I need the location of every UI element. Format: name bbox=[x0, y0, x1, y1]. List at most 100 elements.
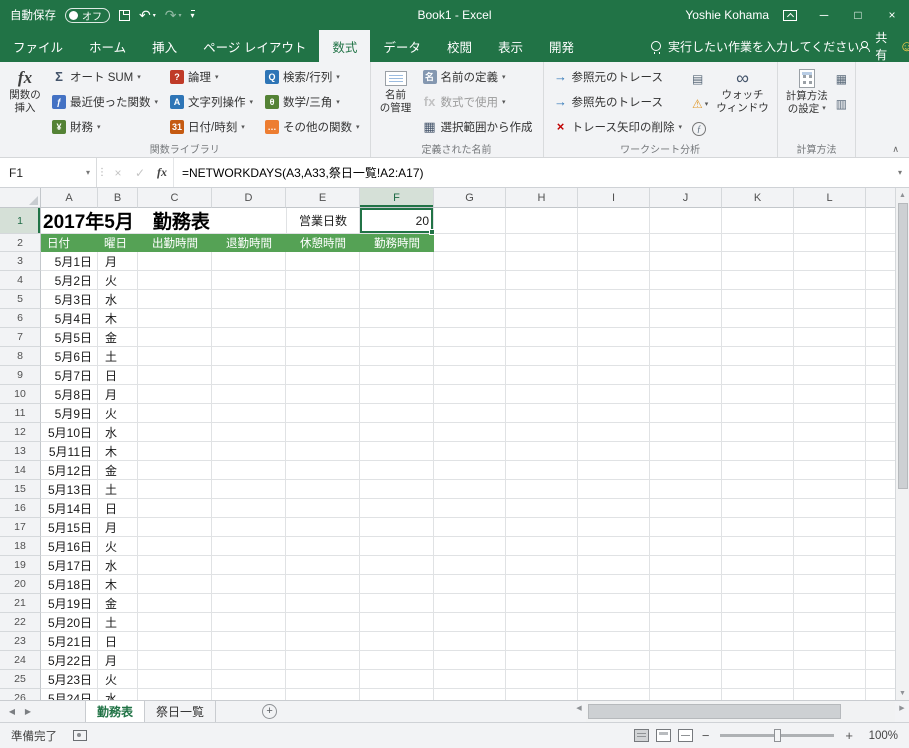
cell-I13[interactable] bbox=[578, 442, 650, 461]
cell-D24[interactable] bbox=[212, 651, 286, 670]
cell-H2[interactable] bbox=[506, 234, 578, 252]
horizontal-scroll-thumb[interactable] bbox=[588, 704, 841, 719]
cell-F18[interactable] bbox=[360, 537, 434, 556]
cell-C18[interactable] bbox=[138, 537, 212, 556]
cell-L7[interactable] bbox=[794, 328, 866, 347]
cell-F7[interactable] bbox=[360, 328, 434, 347]
cell-K6[interactable] bbox=[722, 309, 794, 328]
cell-A24-date[interactable]: 5月22日 bbox=[41, 651, 98, 670]
formula-bar-resize-handle[interactable]: ⋮ bbox=[97, 158, 107, 187]
cell-C3[interactable] bbox=[138, 252, 212, 271]
column-header-D[interactable]: D bbox=[212, 188, 286, 208]
minimize-button[interactable]: ─ bbox=[807, 0, 841, 30]
insert-function-button[interactable]: fx 関数の 挿入 bbox=[4, 64, 46, 115]
cell-G25[interactable] bbox=[434, 670, 506, 689]
cell-K4[interactable] bbox=[722, 271, 794, 290]
cell-B19-day[interactable]: 水 bbox=[98, 556, 138, 575]
cell-K24[interactable] bbox=[722, 651, 794, 670]
zoom-in-button[interactable]: + bbox=[843, 728, 855, 743]
row-header-25[interactable]: 25 bbox=[0, 670, 41, 689]
ribbon-tab-0[interactable]: ホーム bbox=[76, 30, 139, 62]
cell-filler-1[interactable] bbox=[866, 208, 895, 234]
cell-B21-day[interactable]: 金 bbox=[98, 594, 138, 613]
cell-B15-day[interactable]: 土 bbox=[98, 480, 138, 499]
cell-C15[interactable] bbox=[138, 480, 212, 499]
calculate-now-button[interactable]: ▦ bbox=[832, 66, 851, 91]
cell-K8[interactable] bbox=[722, 347, 794, 366]
enter-button[interactable]: ✓ bbox=[129, 158, 151, 187]
cell-J24[interactable] bbox=[650, 651, 722, 670]
cell-H1[interactable] bbox=[506, 208, 578, 234]
cell-K19[interactable] bbox=[722, 556, 794, 575]
table-header-cell-E2[interactable]: 休憩時間 bbox=[286, 234, 360, 252]
cell-H18[interactable] bbox=[506, 537, 578, 556]
row-header-8[interactable]: 8 bbox=[0, 347, 41, 366]
cell-L4[interactable] bbox=[794, 271, 866, 290]
cell-filler-3[interactable] bbox=[866, 252, 895, 271]
more-functions-button[interactable]: …その他の関数▾ bbox=[259, 114, 366, 139]
cell-G7[interactable] bbox=[434, 328, 506, 347]
cell-I25[interactable] bbox=[578, 670, 650, 689]
sheet-nav-right-icon[interactable]: ▶ bbox=[20, 701, 36, 722]
define-name-button[interactable]: 名名前の定義▾ bbox=[417, 64, 512, 89]
cell-J3[interactable] bbox=[650, 252, 722, 271]
cell-D21[interactable] bbox=[212, 594, 286, 613]
cell-F26[interactable] bbox=[360, 689, 434, 700]
cell-E25[interactable] bbox=[286, 670, 360, 689]
cell-G4[interactable] bbox=[434, 271, 506, 290]
insert-function-fx-button[interactable]: fx bbox=[151, 158, 173, 187]
cell-H4[interactable] bbox=[506, 271, 578, 290]
cell-filler-21[interactable] bbox=[866, 594, 895, 613]
cell-filler-4[interactable] bbox=[866, 271, 895, 290]
row-header-21[interactable]: 21 bbox=[0, 594, 41, 613]
ribbon-tab-6[interactable]: 表示 bbox=[485, 30, 536, 62]
cell-A21-date[interactable]: 5月19日 bbox=[41, 594, 98, 613]
row-header-3[interactable]: 3 bbox=[0, 252, 41, 271]
ribbon-tab-5[interactable]: 校閲 bbox=[434, 30, 485, 62]
scroll-up-icon[interactable]: ▲ bbox=[896, 188, 909, 202]
cell-C21[interactable] bbox=[138, 594, 212, 613]
cell-B8-day[interactable]: 土 bbox=[98, 347, 138, 366]
cell-G15[interactable] bbox=[434, 480, 506, 499]
formula-input[interactable]: =NETWORKDAYS(A3,A33,祭日一覧!A2:A17) bbox=[173, 158, 891, 187]
remove-arrows-button[interactable]: ×トレース矢印の削除▾ bbox=[548, 114, 688, 139]
cell-G16[interactable] bbox=[434, 499, 506, 518]
cell-B9-day[interactable]: 日 bbox=[98, 366, 138, 385]
cell-D16[interactable] bbox=[212, 499, 286, 518]
zoom-level[interactable]: 100% bbox=[862, 730, 898, 742]
cell-G1[interactable] bbox=[434, 208, 506, 234]
cell-C24[interactable] bbox=[138, 651, 212, 670]
cell-D3[interactable] bbox=[212, 252, 286, 271]
cell-filler-22[interactable] bbox=[866, 613, 895, 632]
cell-A15-date[interactable]: 5月13日 bbox=[41, 480, 98, 499]
cell-F10[interactable] bbox=[360, 385, 434, 404]
cell-F16[interactable] bbox=[360, 499, 434, 518]
cell-J10[interactable] bbox=[650, 385, 722, 404]
cell-D4[interactable] bbox=[212, 271, 286, 290]
share-button[interactable]: 共有 bbox=[859, 30, 899, 62]
cell-J11[interactable] bbox=[650, 404, 722, 423]
cell-B12-day[interactable]: 水 bbox=[98, 423, 138, 442]
undo-dropdown-icon[interactable]: ▾ bbox=[153, 12, 156, 19]
cell-A10-date[interactable]: 5月8日 bbox=[41, 385, 98, 404]
row-header-16[interactable]: 16 bbox=[0, 499, 41, 518]
cell-L9[interactable] bbox=[794, 366, 866, 385]
cell-C4[interactable] bbox=[138, 271, 212, 290]
cell-K10[interactable] bbox=[722, 385, 794, 404]
cell-G14[interactable] bbox=[434, 461, 506, 480]
cell-B25-day[interactable]: 火 bbox=[98, 670, 138, 689]
cell-J13[interactable] bbox=[650, 442, 722, 461]
column-header-J[interactable]: J bbox=[650, 188, 722, 208]
lookup-reference-button[interactable]: Q検索/行列▾ bbox=[259, 64, 366, 89]
cell-C17[interactable] bbox=[138, 518, 212, 537]
cell-H14[interactable] bbox=[506, 461, 578, 480]
logical-button[interactable]: ?論理▾ bbox=[164, 64, 259, 89]
cell-H16[interactable] bbox=[506, 499, 578, 518]
cell-filler-18[interactable] bbox=[866, 537, 895, 556]
cell-I17[interactable] bbox=[578, 518, 650, 537]
row-header-17[interactable]: 17 bbox=[0, 518, 41, 537]
cell-I15[interactable] bbox=[578, 480, 650, 499]
watch-window-button[interactable]: ∞ ウォッチ ウィンドウ bbox=[712, 64, 773, 115]
cell-G22[interactable] bbox=[434, 613, 506, 632]
recent-functions-button[interactable]: ƒ最近使った関数▾ bbox=[46, 89, 164, 114]
